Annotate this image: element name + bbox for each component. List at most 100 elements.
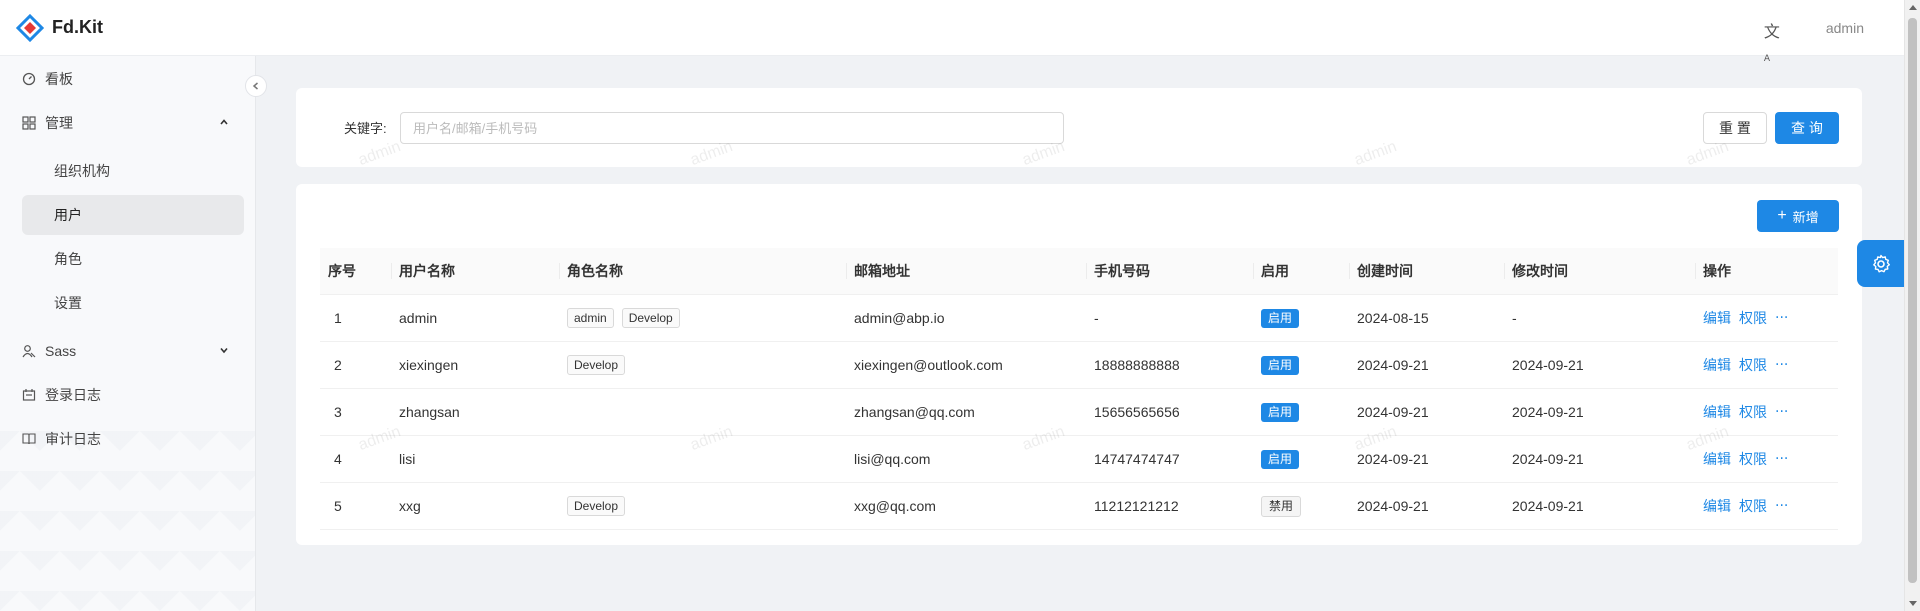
edit-link[interactable]: 编辑: [1703, 308, 1731, 328]
sidebar-item-dashboard[interactable]: 看板: [22, 59, 243, 99]
cell-email: zhangsan@qq.com: [854, 404, 975, 420]
chevron-left-icon: [252, 82, 258, 90]
cell-username: zhangsan: [399, 404, 460, 420]
cell-actions: 编辑 权限 ···: [1695, 389, 1838, 435]
scrollbar-thumb[interactable]: [1908, 18, 1917, 583]
cell-created: 2024-09-21: [1357, 404, 1429, 420]
cell-username: lisi: [399, 451, 416, 467]
sidebar-item-users[interactable]: 用户: [22, 195, 244, 235]
status-badge: 启用: [1261, 402, 1300, 422]
keyword-input[interactable]: [400, 112, 1064, 144]
cell-no: 2: [334, 357, 342, 373]
permission-link[interactable]: 权限: [1739, 308, 1767, 328]
column-header-email[interactable]: 邮箱地址: [846, 248, 1086, 294]
sidebar-item-label: 登录日志: [45, 387, 101, 403]
add-user-label: 新增: [1792, 209, 1819, 225]
cell-email: xxg@qq.com: [854, 498, 936, 514]
column-header-no[interactable]: 序号: [320, 248, 391, 294]
cell-enabled: 禁用: [1253, 483, 1349, 529]
user-list-panel: + 新增 序号 用户名称 角色名称 邮箱地址 手机号码 启用 创建时间 修改时间…: [296, 184, 1862, 545]
cell-actions: 编辑 权限 ···: [1695, 483, 1838, 529]
column-header-created[interactable]: 创建时间: [1349, 248, 1504, 294]
vertical-scrollbar[interactable]: [1904, 0, 1920, 611]
status-badge: 启用: [1261, 449, 1300, 469]
cell-email: admin@abp.io: [854, 310, 945, 326]
sidebar-item-manage[interactable]: 管理: [22, 103, 243, 143]
cell-created: 2024-09-21: [1357, 357, 1429, 373]
more-icon[interactable]: ···: [1775, 451, 1788, 467]
permission-link[interactable]: 权限: [1739, 355, 1767, 375]
column-header-username[interactable]: 用户名称: [391, 248, 559, 294]
more-icon[interactable]: ···: [1775, 498, 1788, 514]
cell-no: 3: [334, 404, 342, 420]
more-icon[interactable]: ···: [1775, 404, 1788, 420]
cell-email: lisi@qq.com: [854, 451, 931, 467]
user-menu[interactable]: admin: [1826, 20, 1864, 36]
sidebar-item-login-log[interactable]: 登录日志: [22, 375, 243, 415]
sidebar-item-settings[interactable]: 设置: [22, 283, 244, 323]
table-header: 序号 用户名称 角色名称 邮箱地址 手机号码 启用 创建时间 修改时间 操作: [320, 248, 1838, 295]
cell-roles: admin Develop: [559, 295, 846, 341]
more-icon[interactable]: ···: [1775, 357, 1788, 373]
sidebar-item-audit-log[interactable]: 审计日志: [22, 419, 243, 459]
status-badge: 启用: [1261, 308, 1300, 328]
cell-email: xiexingen@outlook.com: [854, 357, 1003, 373]
more-icon[interactable]: ···: [1775, 310, 1788, 326]
sidebar-collapse-button[interactable]: [245, 75, 267, 97]
permission-link[interactable]: 权限: [1739, 449, 1767, 469]
cell-modified: 2024-09-21: [1512, 498, 1584, 514]
table-row: 1 admin admin Develop admin@abp.io - 启用 …: [320, 295, 1838, 342]
edit-link[interactable]: 编辑: [1703, 355, 1731, 375]
scroll-down-arrow-icon[interactable]: [1909, 601, 1917, 606]
settings-drawer-button[interactable]: [1857, 240, 1904, 287]
cell-roles: [559, 436, 846, 482]
scroll-up-arrow-icon[interactable]: [1909, 5, 1917, 10]
cell-roles: Develop: [559, 483, 846, 529]
cell-roles: [559, 389, 846, 435]
permission-link[interactable]: 权限: [1739, 402, 1767, 422]
column-header-modified[interactable]: 修改时间: [1504, 248, 1695, 294]
cell-actions: 编辑 权限 ···: [1695, 342, 1838, 388]
sidebar: 看板 管理 组织机构 用户 角色 设置 Sass 登录日志 审计日志: [0, 56, 256, 611]
sidebar-item-organization[interactable]: 组织机构: [22, 151, 244, 191]
cell-roles: Develop: [559, 342, 846, 388]
permission-link[interactable]: 权限: [1739, 496, 1767, 516]
cell-created: 2024-09-21: [1357, 498, 1429, 514]
translate-icon[interactable]: 文A: [1764, 18, 1784, 64]
cell-phone: -: [1094, 310, 1099, 326]
edit-link[interactable]: 编辑: [1703, 402, 1731, 422]
column-header-actions: 操作: [1695, 248, 1838, 294]
table-row: 2 xiexingen Develop xiexingen@outlook.co…: [320, 342, 1838, 389]
cell-phone: 11212121212: [1094, 498, 1179, 514]
brand-name: Fd.Kit: [52, 17, 103, 37]
sidebar-item-label: 管理: [45, 115, 73, 131]
edit-link[interactable]: 编辑: [1703, 496, 1731, 516]
add-user-button[interactable]: + 新增: [1757, 200, 1839, 232]
cell-phone: 15656565656: [1094, 404, 1180, 420]
role-tag: Develop: [621, 308, 680, 328]
status-badge: 禁用: [1261, 495, 1302, 517]
column-header-phone[interactable]: 手机号码: [1086, 248, 1253, 294]
cell-enabled: 启用: [1253, 342, 1349, 388]
role-tag: Develop: [567, 496, 626, 516]
query-button[interactable]: 查 询: [1775, 112, 1839, 144]
sidebar-item-label: 看板: [45, 71, 73, 87]
edit-link[interactable]: 编辑: [1703, 449, 1731, 469]
table-row: 4 lisi lisi@qq.com 14747474747 启用 2024-0…: [320, 436, 1838, 483]
brand[interactable]: Fd.Kit: [0, 0, 256, 56]
sidebar-item-roles[interactable]: 角色: [22, 239, 244, 279]
column-header-roles[interactable]: 角色名称: [559, 248, 846, 294]
column-header-enabled[interactable]: 启用: [1253, 248, 1349, 294]
status-badge: 启用: [1261, 355, 1300, 375]
sidebar-item-sass[interactable]: Sass: [22, 331, 243, 371]
cell-enabled: 启用: [1253, 295, 1349, 341]
table-row: 5 xxg Develop xxg@qq.com 11212121212 禁用 …: [320, 483, 1838, 530]
cell-modified: 2024-09-21: [1512, 404, 1584, 420]
gear-icon: [1872, 254, 1890, 272]
chevron-down-icon: [219, 345, 229, 358]
reset-button[interactable]: 重 置: [1703, 112, 1767, 144]
cell-enabled: 启用: [1253, 389, 1349, 435]
cell-enabled: 启用: [1253, 436, 1349, 482]
cell-phone: 14747474747: [1094, 451, 1180, 467]
cell-no: 5: [334, 498, 342, 514]
